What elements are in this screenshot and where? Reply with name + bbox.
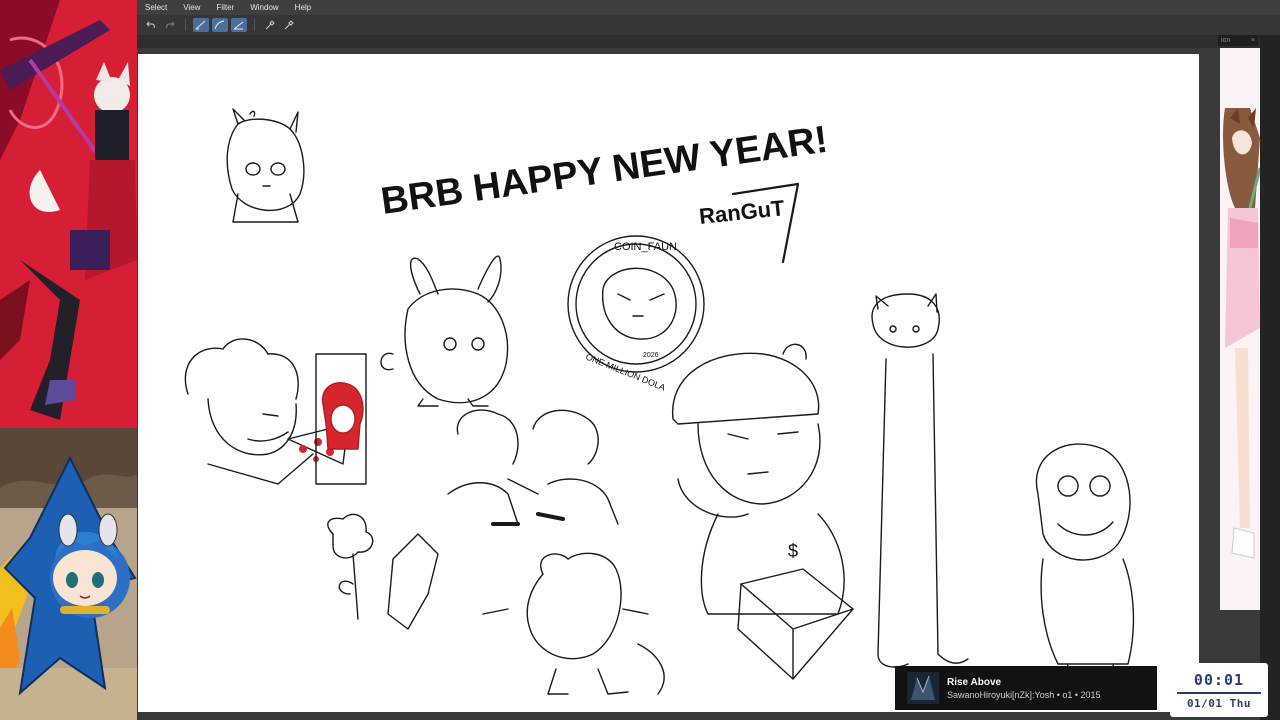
mascot-illustration	[0, 428, 137, 720]
eyedropper-alt-icon[interactable]	[281, 18, 297, 32]
door-red-hair-sketch	[315, 353, 367, 485]
toolbar-separator	[254, 19, 255, 31]
menu-window[interactable]: Window	[242, 0, 286, 15]
toolbar-separator	[185, 19, 186, 31]
right-panel-tab[interactable]: ion ×	[1218, 35, 1258, 46]
menu-filter[interactable]: Filter	[208, 0, 242, 15]
redo-icon[interactable]	[162, 18, 178, 32]
clock-time: 00:01	[1193, 670, 1245, 689]
fighting-duo-sketch	[447, 409, 619, 526]
chibi-horned-girl	[226, 108, 305, 223]
drawing-canvas[interactable]: BRB HAPPY NEW YEAR! RanGuT COIN_FAUN ONE…	[138, 54, 1199, 712]
pen-curve-icon[interactable]	[212, 18, 228, 32]
undo-icon[interactable]	[143, 18, 159, 32]
right-artwork-illustration	[1220, 48, 1260, 610]
now-playing-widget: Rise Above SawanoHiroyuki[nZk]:Yosh • o1…	[895, 666, 1157, 710]
right-artwork-panel	[1220, 48, 1260, 610]
svg-text:$: $	[788, 541, 798, 561]
sketch-layer: BRB HAPPY NEW YEAR! RanGuT COIN_FAUN ONE…	[184, 108, 1139, 695]
left-artwork-illustration	[0, 0, 137, 428]
stream-scene: Select View Filter Window Help ion × BRB…	[0, 0, 1280, 720]
dock-bar	[137, 35, 1280, 48]
left-artwork-panel	[0, 0, 137, 428]
track-meta: SawanoHiroyuki[nZk]:Yosh • o1 • 2015	[947, 689, 1101, 700]
capped-guy-sketch: $	[672, 343, 854, 680]
pen-line-icon[interactable]	[193, 18, 209, 32]
close-icon[interactable]: ×	[1251, 37, 1255, 44]
track-title: Rise Above	[947, 676, 1002, 688]
coin-top-text: COIN_FAUN	[614, 241, 677, 253]
right-tab-label: ion	[1221, 37, 1231, 44]
clock-date: 01/01 Thu	[1186, 696, 1252, 710]
eyedropper-icon[interactable]	[262, 18, 278, 32]
menu-help[interactable]: Help	[287, 0, 319, 15]
long-cat-sketch	[871, 293, 969, 668]
album-art	[907, 672, 939, 704]
menu-select[interactable]: Select	[137, 0, 175, 15]
right-edge-strip	[1260, 35, 1280, 720]
coin-year-text: 2026	[643, 352, 659, 359]
app-toolbar	[137, 15, 1280, 35]
flower-bird-sketch	[327, 513, 439, 630]
menu-view[interactable]: View	[175, 0, 208, 15]
left-vtuber-frame	[0, 428, 137, 720]
signature-text: RanGuT	[698, 195, 786, 229]
clock-divider	[1177, 691, 1261, 694]
now-playing-text: Rise Above SawanoHiroyuki[nZk]:Yosh • o1…	[947, 677, 1101, 700]
raccoon-sketch	[482, 552, 665, 695]
bunny-creature-sketch	[380, 255, 509, 407]
app-menubar: Select View Filter Window Help	[137, 0, 1280, 15]
pen-stroke-icon[interactable]	[231, 18, 247, 32]
grinning-man-sketch	[1035, 443, 1139, 695]
clock-widget: 00:01 01/01 Thu	[1170, 663, 1268, 717]
